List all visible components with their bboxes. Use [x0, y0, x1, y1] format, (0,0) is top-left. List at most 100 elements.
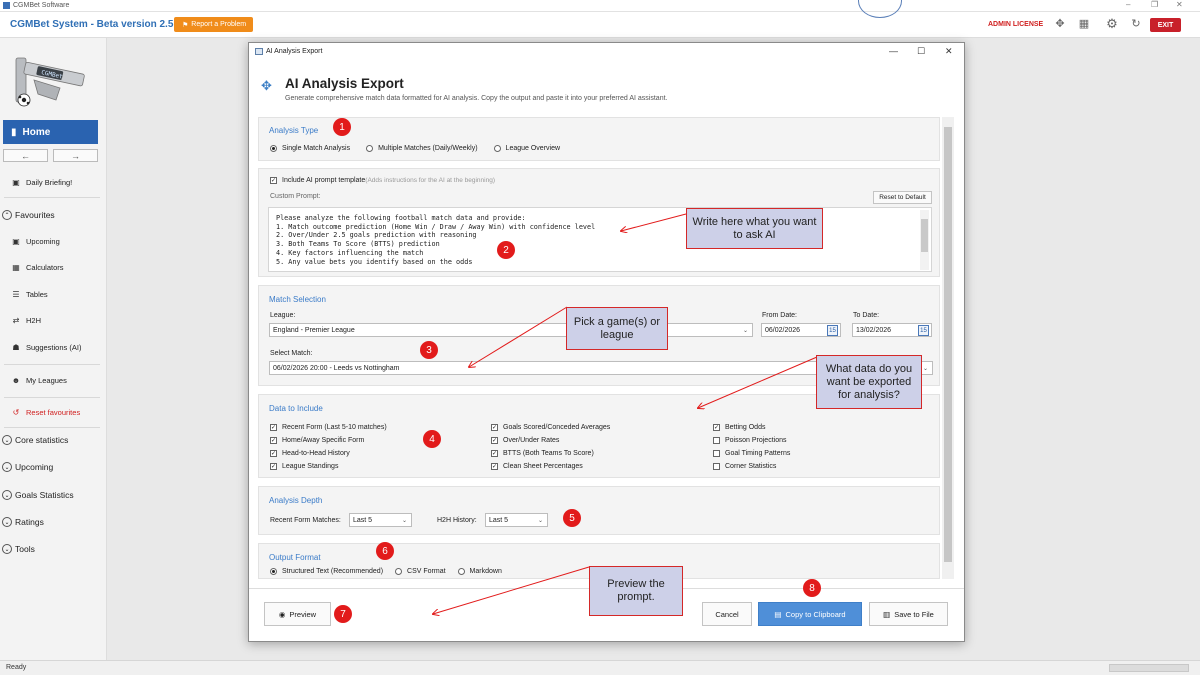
- data-include-checkbox[interactable]: Poisson Projections: [713, 434, 790, 447]
- dialog-window-title: AI Analysis Export: [266, 48, 323, 55]
- match-value: 06/02/2026 20:00 - Leeds vs Nottingham: [273, 364, 400, 372]
- gear-icon[interactable]: ⚙: [1105, 17, 1119, 31]
- data-include-checkbox[interactable]: ✓ BTTS (Both Teams To Score): [491, 447, 610, 460]
- data-include-checkbox[interactable]: Corner Statistics: [713, 460, 790, 473]
- app-icon: [3, 2, 10, 9]
- checkbox-label: League Standings: [282, 463, 339, 470]
- prompt-line: 3. Both Teams To Score (BTTS) prediction: [276, 240, 440, 249]
- analysis-depth-title: Analysis Depth: [269, 496, 323, 505]
- calendar-icon[interactable]: 15: [827, 325, 838, 336]
- chevron-down-icon: ⌄: [401, 518, 407, 524]
- data-include-checkbox[interactable]: ✓ Goals Scored/Conceded Averages: [491, 421, 610, 434]
- calculator-icon[interactable]: ▦: [1077, 17, 1091, 31]
- home-button[interactable]: ▮ Home: [3, 120, 98, 144]
- data-include-checkbox[interactable]: ✓ League Standings: [270, 460, 387, 473]
- annotation-badge: 6: [376, 542, 394, 560]
- move-icon[interactable]: ✥: [1053, 17, 1067, 31]
- app-name: CGMBet System - Beta version 2.5.1: [10, 19, 182, 30]
- divider: [4, 397, 100, 398]
- restore-icon[interactable]: ❐: [1151, 0, 1158, 9]
- checkbox-box: [713, 450, 720, 457]
- recent-form-select[interactable]: Last 5 ⌄: [349, 513, 412, 527]
- annotation-badge: 4: [423, 430, 441, 448]
- preview-button[interactable]: ◉ Preview: [264, 602, 331, 626]
- close-icon[interactable]: ✕: [945, 46, 953, 57]
- custom-prompt-textarea[interactable]: Please analyze the following football ma…: [268, 207, 932, 272]
- radio-label: CSV Format: [407, 568, 446, 575]
- data-col-3: ✓ Betting Odds Poisson Projections Goal Tim…: [713, 421, 790, 473]
- radio-dot: [457, 568, 465, 575]
- divider: [4, 364, 100, 365]
- radio-csv-format[interactable]: CSV Format: [395, 568, 446, 575]
- sidebar-item-calculators[interactable]: ▦ Calculators: [11, 263, 118, 272]
- checkbox-box: [713, 463, 720, 470]
- sidebar-item-upcoming[interactable]: ▣ Upcoming: [11, 237, 118, 246]
- section-favourites[interactable]: ⌃ Favourites: [2, 210, 55, 220]
- from-date-picker[interactable]: 06/02/2026 15: [761, 323, 841, 337]
- chevron-down-icon: ⌄: [2, 490, 12, 500]
- data-include-checkbox[interactable]: ✓ Over/Under Rates: [491, 434, 610, 447]
- recent-form-label: Recent Form Matches:: [270, 517, 341, 524]
- radio-dot: [270, 568, 277, 575]
- data-include-checkbox[interactable]: ✓ Betting Odds: [713, 421, 790, 434]
- league-select[interactable]: England - Premier League ⌄: [269, 323, 753, 337]
- prompt-scrollbar[interactable]: [920, 210, 929, 270]
- section-tools[interactable]: ⌄ Tools: [2, 544, 35, 554]
- radio-structured-text[interactable]: Structured Text (Recommended): [270, 568, 383, 575]
- to-date-picker[interactable]: 13/02/2026 15: [852, 323, 932, 337]
- radio-label: League Overview: [505, 145, 561, 152]
- data-include-checkbox[interactable]: Goal Timing Patterns: [713, 447, 790, 460]
- arrow-left-icon: ←: [21, 150, 30, 161]
- minimize-icon[interactable]: —: [889, 46, 898, 56]
- data-include-checkbox[interactable]: ✓ Recent Form (Last 5-10 matches): [270, 421, 387, 434]
- section-goals-statistics[interactable]: ⌄ Goals Statistics: [2, 490, 74, 500]
- sidebar-item-suggestions[interactable]: ☗ Suggestions (AI): [11, 343, 118, 352]
- reset-favourites-link[interactable]: ↺ Reset favourites: [11, 408, 118, 417]
- dialog-scrollbar[interactable]: [942, 117, 954, 579]
- section-upcoming[interactable]: ⌄ Upcoming: [2, 462, 53, 472]
- close-icon[interactable]: ✕: [1176, 0, 1183, 9]
- maximize-icon[interactable]: ☐: [917, 46, 925, 57]
- radio-markdown[interactable]: Markdown: [457, 568, 502, 575]
- h2h-select[interactable]: Last 5 ⌄: [485, 513, 548, 527]
- section-core-statistics[interactable]: ⌄ Core statistics: [2, 435, 68, 445]
- minimize-icon[interactable]: –: [1126, 0, 1130, 9]
- radio-single-match[interactable]: Single Match Analysis: [270, 145, 350, 152]
- prompt-line: 4. Key factors influencing the match: [276, 248, 424, 257]
- save-to-file-button[interactable]: ▥ Save to File: [869, 602, 948, 626]
- ai-icon: ☗: [12, 343, 20, 352]
- dialog-title-bar: AI Analysis Export — ☐ ✕: [249, 43, 964, 61]
- section-label: Goals Statistics: [15, 490, 74, 500]
- sidebar-item-daily-briefing[interactable]: ▣ Daily Briefing!: [11, 178, 118, 187]
- analysis-depth-panel: Analysis Depth Recent Form Matches: Last…: [258, 486, 940, 535]
- copy-to-clipboard-button[interactable]: ▤ Copy to Clipboard: [758, 602, 862, 626]
- back-button[interactable]: ←: [3, 149, 48, 162]
- section-ratings[interactable]: ⌄ Ratings: [2, 517, 44, 527]
- calculator-icon: ▦: [12, 263, 20, 272]
- sidebar-item-label: Suggestions (AI): [26, 343, 82, 352]
- radio-league-overview[interactable]: League Overview: [493, 145, 561, 152]
- forward-button[interactable]: →: [53, 149, 98, 162]
- data-include-checkbox[interactable]: ✓ Home/Away Specific Form: [270, 434, 387, 447]
- calendar-icon[interactable]: 15: [918, 325, 929, 336]
- dialog-subtitle: Generate comprehensive match data format…: [285, 95, 668, 102]
- report-problem-button[interactable]: ⚑ Report a Problem: [174, 17, 254, 32]
- sidebar-item-my-leagues[interactable]: ☻ My Leagues: [11, 376, 118, 385]
- sidebar-item-tables[interactable]: ☰ Tables: [11, 290, 118, 299]
- sidebar: CGMBet ▮ Home ← → ▣ Daily Briefing! ⌃ Fa…: [0, 38, 107, 660]
- save-label: Save to File: [894, 609, 934, 619]
- reset-to-default-button[interactable]: Reset to Default: [873, 191, 932, 204]
- radio-multiple-matches[interactable]: Multiple Matches (Daily/Weekly): [366, 145, 478, 152]
- exit-button[interactable]: EXIT: [1150, 18, 1181, 32]
- scrollbar-thumb[interactable]: [944, 127, 952, 562]
- include-prompt-checkbox[interactable]: ✓ Include AI prompt template (Adds instr…: [270, 177, 495, 184]
- refresh-icon[interactable]: ↻: [1129, 17, 1143, 31]
- data-include-checkbox[interactable]: ✓ Clean Sheet Percentages: [491, 460, 610, 473]
- checkbox-box: ✓: [270, 437, 277, 444]
- data-include-checkbox[interactable]: ✓ Head-to-Head History: [270, 447, 387, 460]
- scrollbar-thumb[interactable]: [921, 219, 928, 252]
- sidebar-item-h2h[interactable]: ⇄ H2H: [11, 316, 118, 325]
- cancel-button[interactable]: Cancel: [702, 602, 752, 626]
- analysis-type-title: Analysis Type: [269, 126, 319, 135]
- calipers-logo: CGMBet: [15, 57, 85, 107]
